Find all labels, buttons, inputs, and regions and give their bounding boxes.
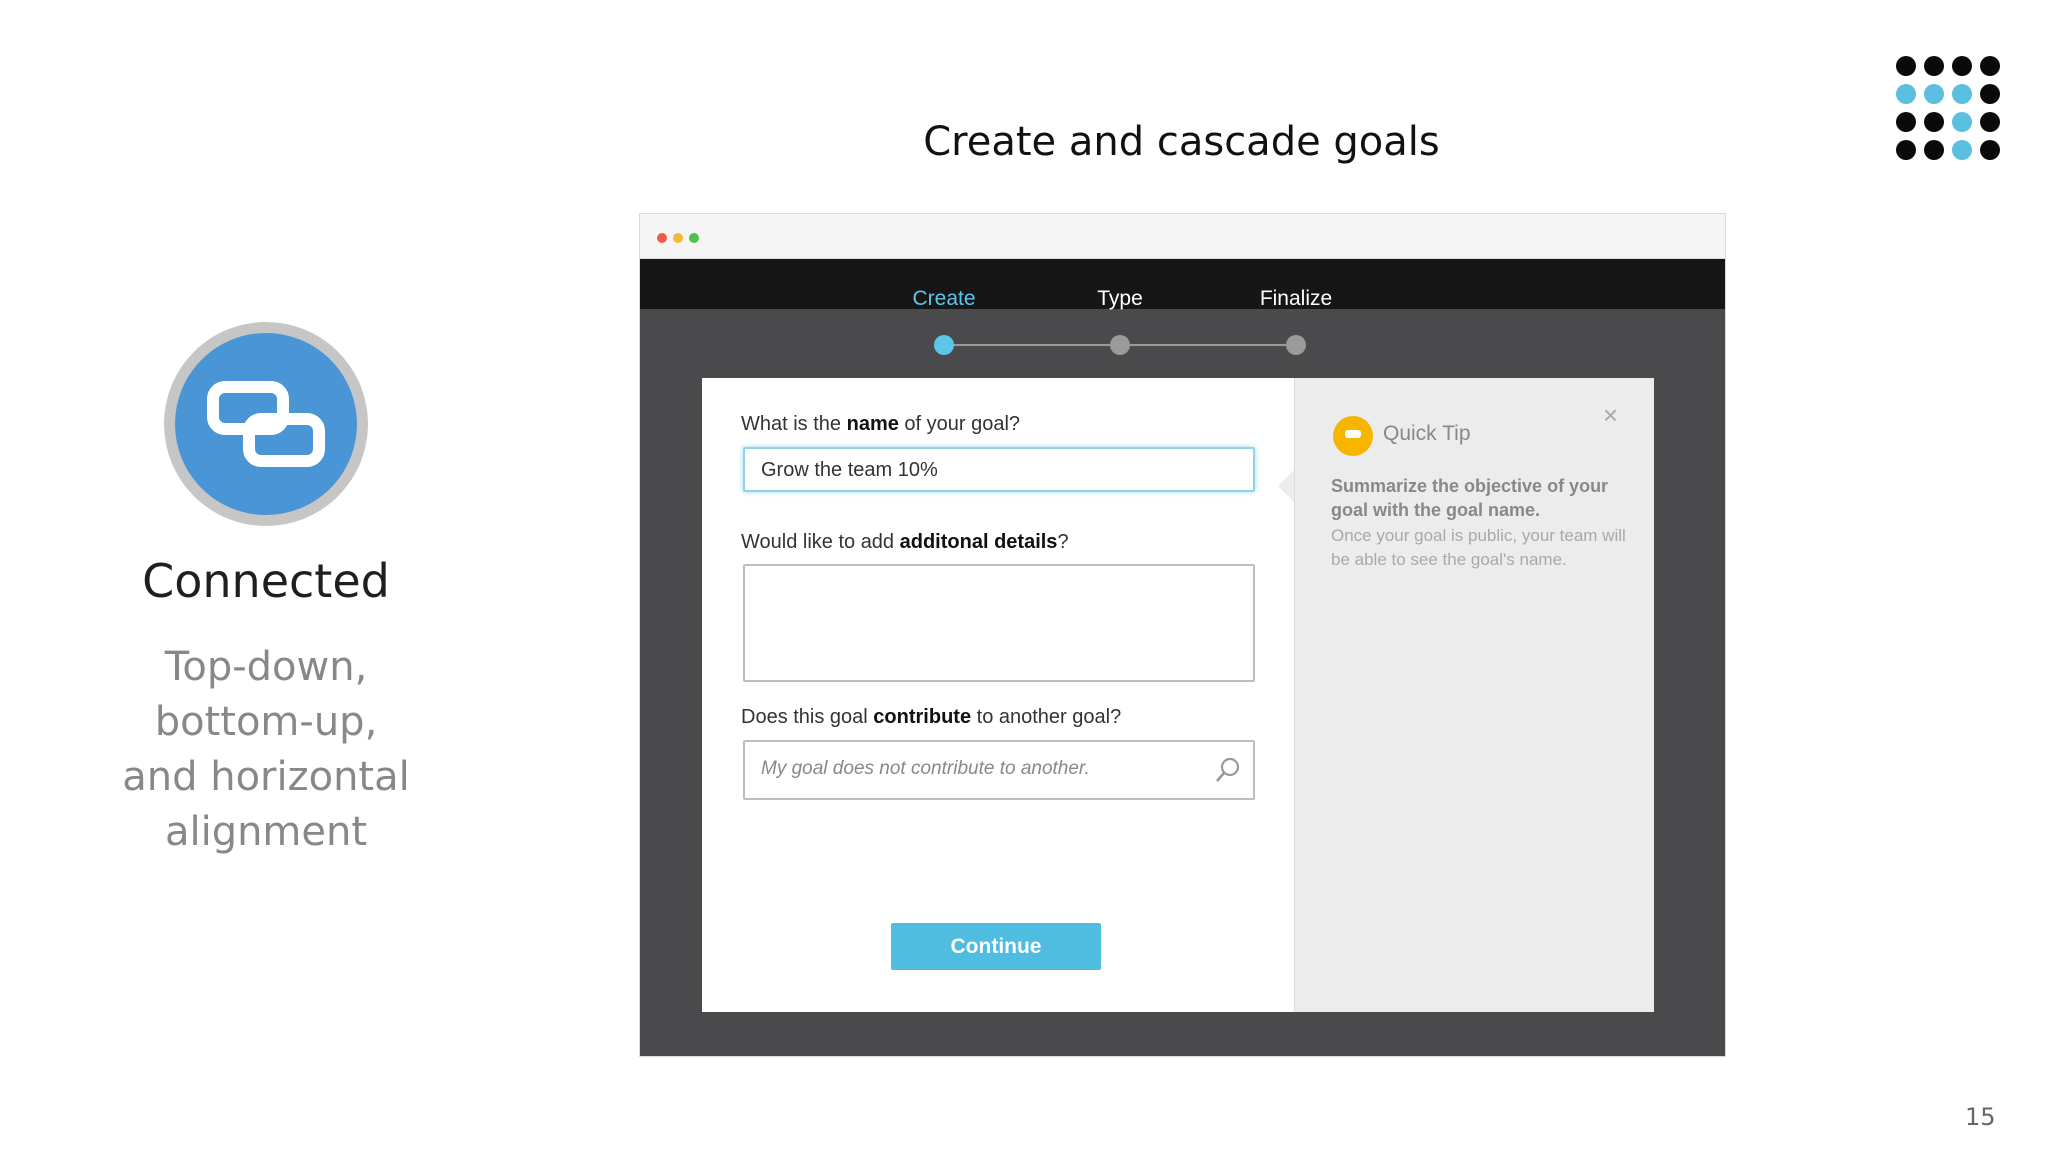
name-question: What is the name of your goal?	[741, 413, 1021, 435]
window-titlebar	[640, 214, 1725, 259]
slide-title: Create and cascade goals	[923, 119, 1440, 165]
window-minimize-dot[interactable]	[673, 233, 683, 243]
step-create-dot	[934, 335, 954, 355]
goal-form: What is the name of your goal? Grow the …	[702, 378, 1294, 1012]
app-screenshot-window: Create Type Finalize What is the name of…	[639, 213, 1726, 1057]
step-progress: Create Type Finalize	[640, 259, 1725, 359]
feature-description-line: Top-down,	[164, 644, 368, 690]
window-maximize-dot[interactable]	[689, 233, 699, 243]
goal-details-textarea[interactable]	[743, 564, 1255, 682]
feature-description-line: alignment	[164, 809, 368, 855]
feature-description-line: and horizontal	[122, 754, 410, 800]
window-close-dot[interactable]	[657, 233, 667, 243]
step-finalize[interactable]: Finalize	[1260, 287, 1332, 311]
close-icon[interactable]: ×	[1603, 400, 1618, 431]
lightbulb-icon	[1333, 416, 1373, 456]
goal-name-value: Grow the team 10%	[761, 459, 938, 481]
create-goal-modal: What is the name of your goal? Grow the …	[702, 378, 1654, 1012]
parent-goal-placeholder: My goal does not contribute to another.	[761, 758, 1090, 779]
quick-tip-panel: Quick Tip × Summarize the objective of y…	[1294, 378, 1654, 1012]
parent-goal-search-input[interactable]: My goal does not contribute to another.	[743, 740, 1255, 800]
decorative-dot-grid	[1896, 56, 2002, 162]
step-type[interactable]: Type	[1097, 287, 1143, 311]
goal-name-input[interactable]: Grow the team 10%	[743, 447, 1255, 492]
link-chain-icon	[164, 322, 368, 526]
feature-title: Connected	[142, 554, 390, 608]
contribute-question: Does this goal contribute to another goa…	[741, 706, 1122, 728]
quick-tip-body: Once your goal is public, your team will…	[1331, 526, 1626, 569]
quick-tip-title: Quick Tip	[1383, 422, 1471, 445]
continue-button[interactable]: Continue	[891, 923, 1101, 970]
feature-description: Top-down, bottom-up, and horizontal alig…	[0, 640, 532, 860]
search-icon[interactable]	[1215, 756, 1241, 790]
details-question: Would like to add additonal details?	[741, 531, 1069, 553]
page-number: 15	[1965, 1103, 1996, 1131]
step-type-dot	[1110, 335, 1130, 355]
quick-tip-summary: Summarize the objective of your goal wit…	[1331, 476, 1609, 520]
feature-description-line: bottom-up,	[154, 699, 378, 745]
tip-pointer	[1278, 470, 1294, 502]
step-finalize-dot	[1286, 335, 1306, 355]
step-create[interactable]: Create	[912, 287, 975, 311]
